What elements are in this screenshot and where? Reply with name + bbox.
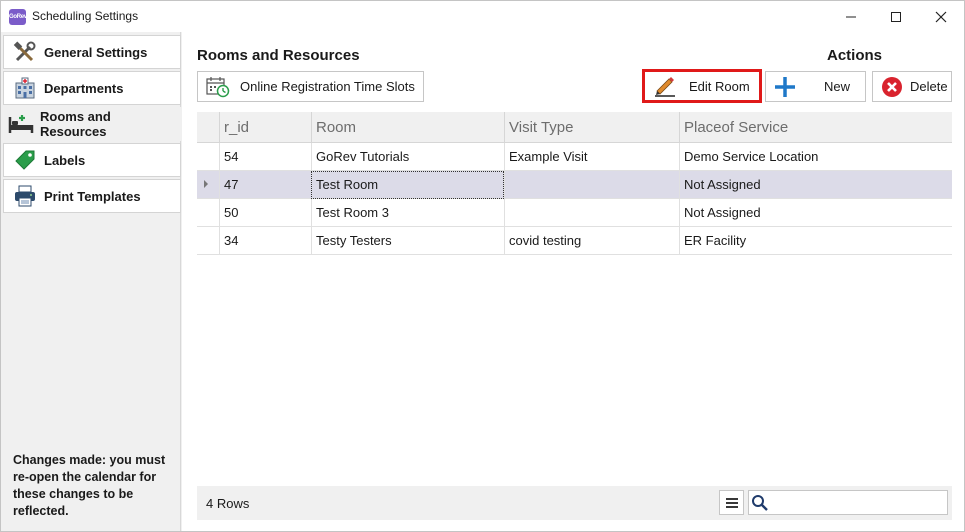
sidebar-item-label: Departments: [44, 80, 124, 96]
cell-r-id[interactable]: 50: [219, 199, 311, 227]
cell-place-of-service[interactable]: ER Facility: [679, 227, 952, 255]
search-icon: [751, 494, 769, 515]
maximize-button[interactable]: [873, 1, 919, 32]
bed-icon: [8, 112, 34, 136]
cell-r-id[interactable]: 34: [219, 227, 311, 255]
column-header-place-of-service[interactable]: Placeof Service: [679, 112, 952, 143]
sidebar-item-label: Print Templates: [44, 188, 141, 204]
close-icon: [935, 11, 947, 22]
sidebar: General Settings Departments Rooms and R…: [1, 32, 181, 531]
close-button[interactable]: [918, 1, 964, 32]
cell-room[interactable]: Test Room: [311, 171, 504, 199]
section-title: Rooms and Resources: [197, 47, 360, 64]
button-label: Edit Room: [689, 78, 750, 94]
building-icon: [12, 76, 38, 100]
button-label: Delete: [910, 79, 948, 94]
tag-icon: [12, 148, 38, 172]
table-row[interactable]: 34 Testy Testers covid testing ER Facili…: [197, 227, 952, 255]
plus-icon: [772, 75, 798, 99]
cell-room[interactable]: Testy Testers: [311, 227, 504, 255]
cell-place-of-service[interactable]: Not Assigned: [679, 199, 952, 227]
sidebar-item-label: Labels: [44, 152, 86, 168]
sidebar-note: Changes made: you must re-open the calen…: [13, 453, 166, 518]
cell-visit-type[interactable]: [504, 199, 679, 227]
maximize-icon: [891, 11, 901, 22]
search-box[interactable]: [748, 490, 948, 515]
cell-r-id[interactable]: 47: [219, 171, 311, 199]
main-panel: Rooms and Resources Actions Online Regis…: [182, 32, 964, 531]
new-button[interactable]: New: [765, 71, 866, 102]
cell-visit-type[interactable]: covid testing: [504, 227, 679, 255]
sidebar-item-label: Rooms and Resources: [40, 109, 111, 139]
grid-header: r_id Room Visit Type Placeof Service: [197, 112, 952, 143]
grid-footer: 4 Rows: [197, 486, 952, 520]
table-row-selected[interactable]: 47 Test Room Not Assigned: [197, 171, 952, 199]
button-label: Online Registration Time Slots: [240, 79, 415, 94]
cell-room[interactable]: GoRev Tutorials: [311, 143, 504, 171]
app-logo-icon: GoRev: [9, 9, 27, 25]
table-row[interactable]: 54 GoRev Tutorials Example Visit Demo Se…: [197, 143, 952, 171]
sidebar-item-departments[interactable]: Departments: [3, 71, 181, 105]
cell-visit-type[interactable]: Example Visit: [504, 143, 679, 171]
delete-button[interactable]: Delete: [872, 71, 952, 102]
grid-menu-button[interactable]: [719, 490, 744, 515]
minimize-icon: [846, 16, 856, 17]
delete-circle-icon: [880, 76, 904, 98]
sidebar-item-labels[interactable]: Labels: [3, 143, 181, 177]
search-input[interactable]: [771, 493, 943, 512]
table-row[interactable]: 50 Test Room 3 Not Assigned: [197, 199, 952, 227]
minimize-button[interactable]: [828, 1, 874, 32]
hamburger-menu-icon: [725, 497, 738, 508]
title-bar: GoRev Scheduling Settings: [1, 1, 964, 32]
cell-place-of-service[interactable]: Not Assigned: [679, 171, 952, 199]
sidebar-item-general-settings[interactable]: General Settings: [3, 35, 181, 69]
sidebar-item-label: General Settings: [44, 44, 148, 60]
row-count: 4 Rows: [206, 496, 250, 511]
online-registration-time-slots-button[interactable]: Online Registration Time Slots: [197, 71, 424, 102]
column-header-r-id[interactable]: r_id: [219, 112, 311, 143]
cell-room[interactable]: Test Room 3: [311, 199, 504, 227]
button-label: New: [824, 79, 851, 94]
cell-place-of-service[interactable]: Demo Service Location: [679, 143, 952, 171]
edit-room-button[interactable]: Edit Room: [642, 69, 762, 103]
printer-icon: [12, 184, 38, 208]
window: GoRev Scheduling Settings General Settin…: [0, 0, 965, 532]
sidebar-item-print-templates[interactable]: Print Templates: [3, 179, 181, 213]
tools-icon: [12, 40, 38, 64]
sidebar-item-rooms-and-resources[interactable]: Rooms and Resources: [3, 107, 181, 141]
column-header-visit-type[interactable]: Visit Type: [504, 112, 679, 143]
cell-visit-type[interactable]: [504, 171, 679, 199]
calendar-clock-icon: [206, 76, 230, 98]
pencil-icon: [653, 75, 677, 97]
window-title: Scheduling Settings: [32, 9, 139, 23]
column-header-room[interactable]: Room: [311, 112, 504, 143]
actions-title: Actions: [827, 47, 883, 64]
row-indicator-icon: [204, 180, 208, 188]
cell-r-id[interactable]: 54: [219, 143, 311, 171]
